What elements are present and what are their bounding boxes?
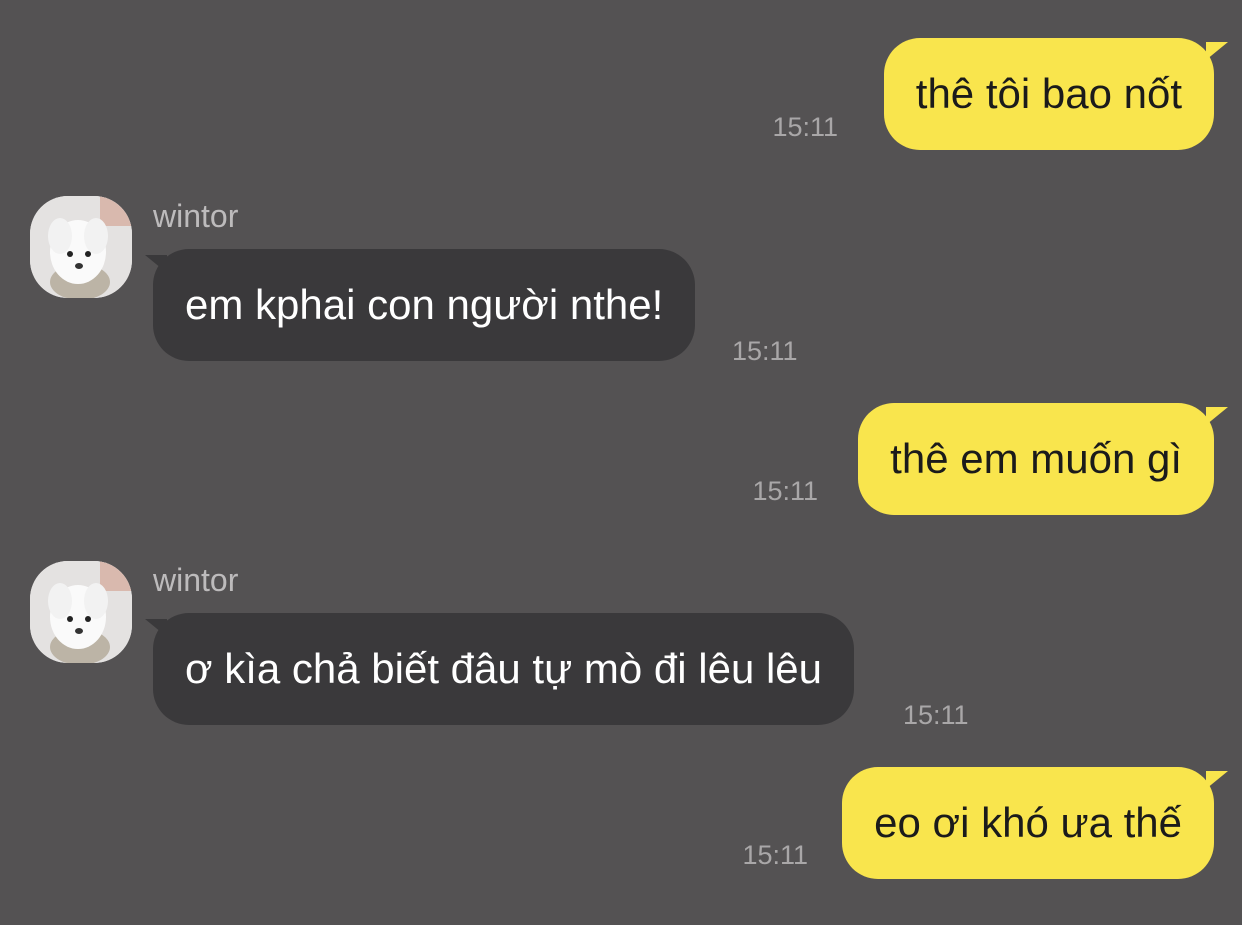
sender-avatar[interactable]: [30, 561, 132, 663]
message-bubble[interactable]: eo ơi khó ưa thế: [842, 767, 1214, 879]
message-timestamp: 15:11: [742, 840, 808, 870]
sender-name[interactable]: wintor: [153, 198, 238, 235]
bubble-tail: [1206, 42, 1228, 60]
sender-avatar[interactable]: [30, 196, 132, 298]
puppy-avatar-icon: [30, 561, 132, 663]
message-timestamp: 15:11: [732, 336, 798, 366]
message-bubble[interactable]: thê em muốn gì: [858, 403, 1214, 515]
message-bubble[interactable]: thê tôi bao nốt: [883, 38, 1214, 150]
bubble-tail: [1206, 407, 1228, 425]
message-timestamp: 15:11: [752, 476, 818, 506]
puppy-avatar-icon: [30, 196, 132, 298]
chat-screen: { "messages": [ {"direction": "outgoing"…: [0, 0, 1242, 925]
message-bubble[interactable]: ơ kìa chả biết đâu tự mò đi lêu lêu: [153, 613, 855, 725]
bubble-tail: [1206, 771, 1228, 789]
message-bubble[interactable]: em kphai con người nthe!: [153, 249, 696, 361]
bubble-tail: [145, 255, 167, 273]
message-timestamp: 15:11: [903, 700, 969, 730]
bubble-tail: [145, 619, 167, 637]
message-timestamp: 15:11: [772, 112, 838, 142]
sender-name[interactable]: wintor: [153, 562, 238, 599]
